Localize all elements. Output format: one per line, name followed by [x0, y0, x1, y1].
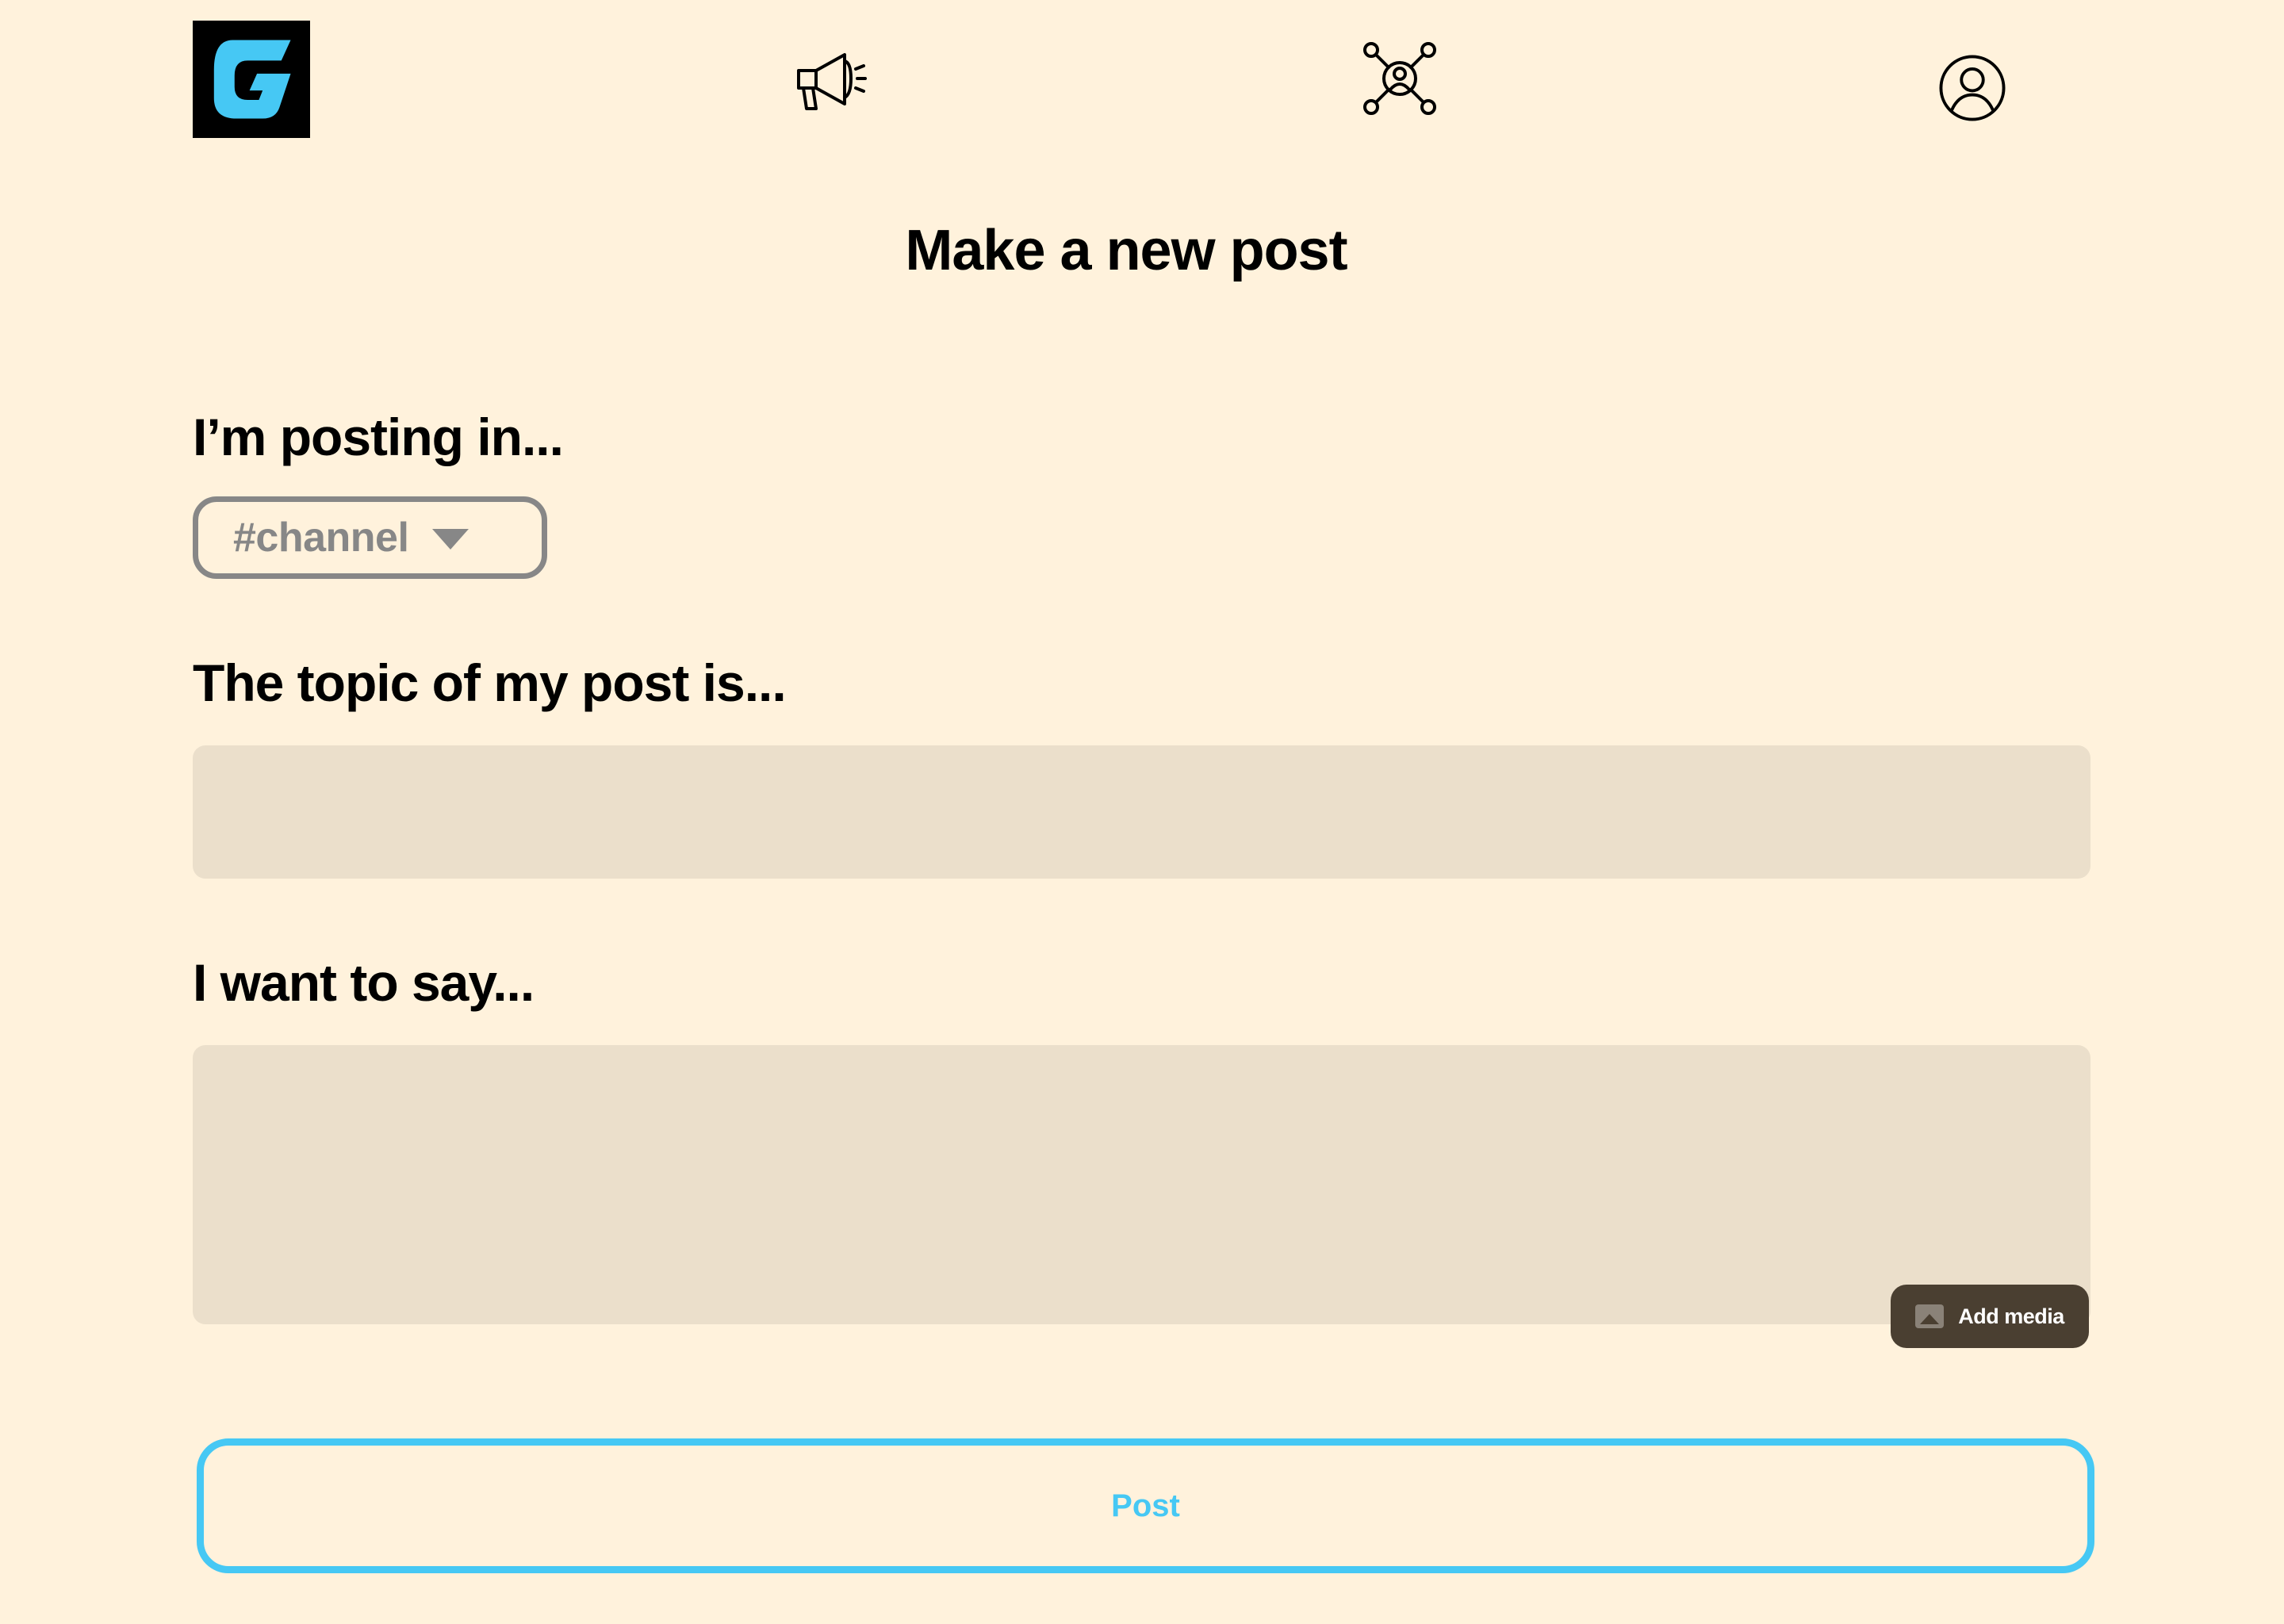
add-media-label: Add media	[1958, 1304, 2064, 1328]
profile-icon	[1939, 55, 2006, 121]
post-button[interactable]: Post	[197, 1438, 2094, 1573]
topic-label: The topic of my post is...	[193, 653, 787, 712]
add-media-button[interactable]: Add media	[1891, 1285, 2089, 1348]
profile-nav[interactable]	[1935, 51, 2010, 125]
announcements-nav[interactable]	[785, 35, 872, 122]
chevron-down-icon	[432, 529, 469, 550]
network-icon	[1363, 42, 1436, 115]
channel-label: I’m posting in...	[193, 408, 564, 466]
channel-dropdown[interactable]: #channel	[193, 496, 547, 579]
g-logo-icon	[213, 40, 291, 119]
logo[interactable]	[193, 21, 310, 138]
topic-input[interactable]	[193, 745, 2090, 879]
channel-value: #channel	[233, 515, 409, 561]
image-icon	[1915, 1304, 1945, 1328]
post-button-label: Post	[1111, 1488, 1180, 1523]
megaphone-icon	[797, 53, 867, 110]
message-textarea[interactable]	[193, 1045, 2090, 1324]
page-title: Make a new post	[905, 219, 1347, 282]
network-nav[interactable]	[1356, 35, 1443, 122]
message-label: I want to say...	[193, 953, 535, 1012]
